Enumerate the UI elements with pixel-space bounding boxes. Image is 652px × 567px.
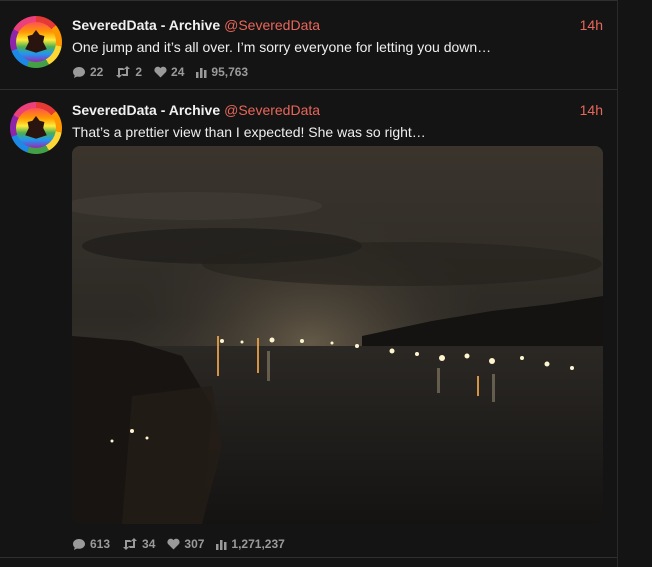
avatar[interactable] bbox=[10, 16, 62, 68]
tweet-actions: 613 34 307 1,271,237 bbox=[72, 536, 297, 552]
tweet[interactable]: SeveredData - Archive @SeveredData 14h Th… bbox=[0, 90, 617, 558]
like-count: 307 bbox=[184, 537, 205, 551]
author-name[interactable]: SeveredData - Archive bbox=[72, 102, 220, 118]
tweet-header: SeveredData - Archive @SeveredData bbox=[72, 16, 320, 34]
speech-bubble-icon bbox=[73, 66, 85, 78]
tweet-timestamp[interactable]: 14h bbox=[580, 101, 603, 119]
retweet-icon bbox=[123, 538, 138, 550]
views-button[interactable]: 1,271,237 bbox=[216, 536, 285, 552]
like-button[interactable]: 307 bbox=[167, 536, 204, 552]
avatar[interactable] bbox=[10, 102, 62, 154]
night-river-photo bbox=[72, 146, 603, 524]
retweet-button[interactable]: 34 bbox=[122, 536, 155, 552]
author-handle[interactable]: @SeveredData bbox=[224, 17, 320, 33]
tweet-actions: 22 2 24 95,763 bbox=[72, 64, 260, 80]
bar-chart-icon bbox=[196, 67, 207, 78]
bar-chart-icon bbox=[216, 539, 227, 550]
heart-icon bbox=[154, 66, 167, 78]
retweet-icon bbox=[116, 66, 131, 78]
tweet-text: One jump and it’s all over. I’m sorry ev… bbox=[72, 39, 492, 55]
retweet-count: 2 bbox=[135, 65, 143, 79]
view-count: 1,271,237 bbox=[231, 537, 285, 551]
author-handle[interactable]: @SeveredData bbox=[224, 102, 320, 118]
like-count: 24 bbox=[171, 65, 185, 79]
reply-count: 613 bbox=[90, 537, 111, 551]
tweet-photo[interactable] bbox=[72, 146, 603, 524]
view-count: 95,763 bbox=[211, 65, 249, 79]
retweet-count: 34 bbox=[142, 537, 156, 551]
timeline-feed: SeveredData - Archive @SeveredData 14h On… bbox=[0, 0, 618, 567]
author-name[interactable]: SeveredData - Archive bbox=[72, 17, 220, 33]
tweet[interactable]: SeveredData - Archive @SeveredData 14h On… bbox=[0, 0, 617, 90]
like-button[interactable]: 24 bbox=[154, 64, 184, 80]
reply-button[interactable]: 613 bbox=[72, 536, 110, 552]
reply-button[interactable]: 22 bbox=[72, 64, 103, 80]
tweet-timestamp[interactable]: 14h bbox=[580, 16, 603, 34]
retweet-button[interactable]: 2 bbox=[115, 64, 142, 80]
tweet-text: That’s a prettier view than I expected! … bbox=[72, 124, 426, 140]
heart-icon bbox=[167, 538, 180, 550]
views-button[interactable]: 95,763 bbox=[196, 64, 248, 80]
reply-count: 22 bbox=[90, 65, 104, 79]
tweet-header: SeveredData - Archive @SeveredData bbox=[72, 101, 320, 119]
speech-bubble-icon bbox=[73, 538, 85, 550]
